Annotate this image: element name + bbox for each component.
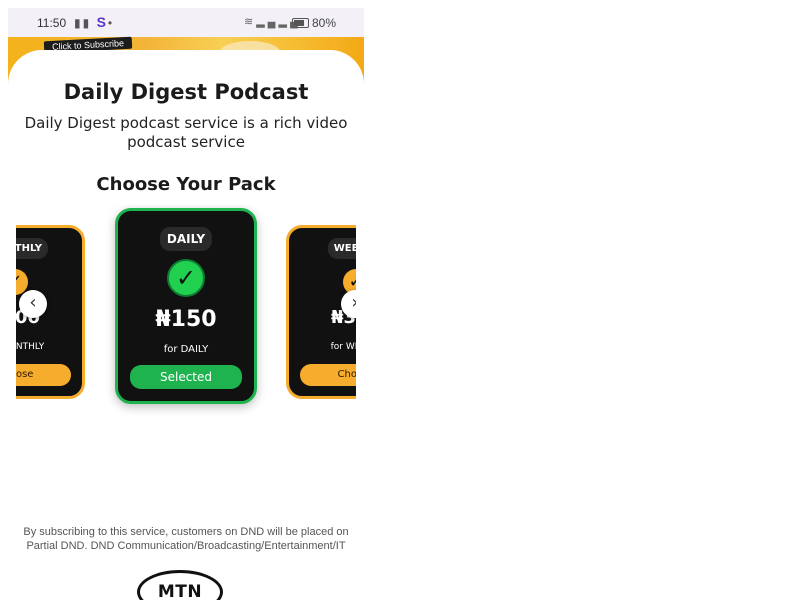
chevron-left-icon: ‹ (29, 292, 37, 313)
pack-name-badge: WEEKLY (327, 238, 356, 259)
dnd-disclaimer: By subscribing to this service, customer… (23, 526, 349, 552)
pack-name-badge: DAILY (159, 227, 213, 251)
notification-icons: ▮▮ S• (74, 14, 114, 30)
pack-period: for WEEKLY (330, 342, 356, 352)
pack-carousel[interactable]: MONTHLY ✓ ₦300 for MONTHLY Choose DAILY … (16, 205, 356, 465)
battery-icon (291, 18, 309, 28)
choose-pack-heading: Choose Your Pack (96, 174, 276, 195)
pack-period: for DAILY (163, 344, 209, 355)
choose-button-weekly[interactable]: Choose (300, 364, 356, 386)
status-bar: 11:50 ▮▮ S• ≋▂▄▂▄ 80% (8, 8, 364, 37)
phone-screen: 11:50 ▮▮ S• ≋▂▄▂▄ 80% Click to Subscribe… (8, 8, 364, 600)
chevron-right-icon: › (351, 292, 356, 313)
app-s-icon: S (96, 14, 108, 30)
pack-period: for MONTHLY (16, 342, 45, 352)
choose-button-monthly[interactable]: Choose (16, 364, 71, 386)
pack-price: ₦150 (155, 307, 217, 332)
check-icon: ✓ (167, 259, 205, 297)
signal-icon: ▂▄ (256, 16, 279, 28)
battery-level: 80% (311, 16, 336, 30)
pack-name-badge: MONTHLY (16, 238, 49, 259)
teams-icon: ▮ (74, 16, 83, 30)
selected-button-daily[interactable]: Selected (130, 365, 242, 389)
more-notifications-icon: • (107, 16, 115, 30)
teams-icon-2: ▮ (82, 16, 92, 30)
status-time: 11:50 (37, 16, 67, 30)
wifi-icon: ≋ (244, 16, 257, 28)
battery-indicator: 80% (291, 16, 336, 30)
mtn-logo: MTN (137, 570, 223, 600)
carousel-prev-button[interactable]: ‹ (19, 290, 47, 318)
page-description: Daily Digest podcast service is a rich v… (24, 114, 348, 151)
page-title: Daily Digest Podcast (63, 80, 309, 104)
content-sheet: Daily Digest Podcast Daily Digest podcas… (8, 50, 364, 600)
pack-card-daily[interactable]: DAILY ✓ ₦150 for DAILY Selected (115, 208, 257, 404)
